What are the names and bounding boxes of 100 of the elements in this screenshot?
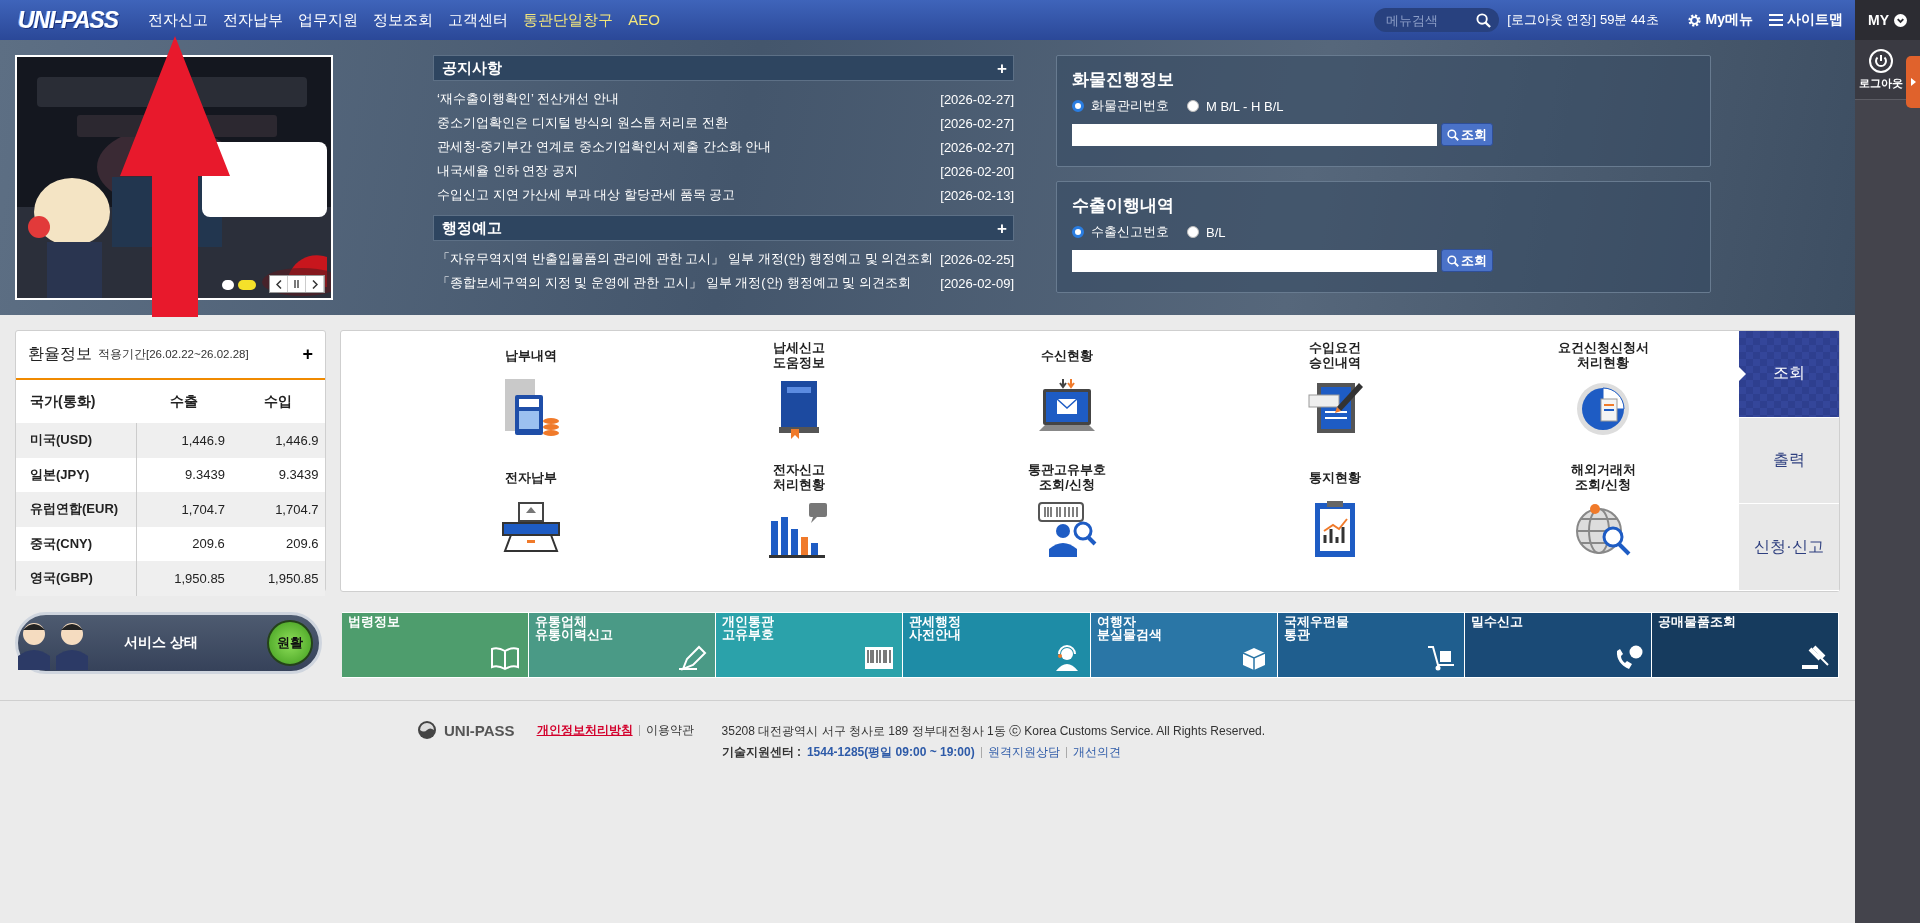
nav-menu-item[interactable]: 고객센터 xyxy=(448,10,509,30)
table-cell: 1,704.7 xyxy=(136,492,231,527)
sitemap-button[interactable]: 사이트맵 xyxy=(1769,11,1843,29)
service-shortcut[interactable]: 요건신청신청서 처리현황 xyxy=(1469,339,1737,461)
more-button[interactable]: + xyxy=(997,59,1007,77)
search-icon xyxy=(1476,13,1492,28)
notice-link[interactable]: 「자유무역지역 반출입물품의 관리에 관한 고시」 일부 개정(안) 행정예고 및 의견조회 xyxy=(433,250,934,268)
table-cell: 1,704.7 xyxy=(230,492,325,527)
nav-menu-item[interactable]: 정보조회 xyxy=(373,10,434,30)
radio-option[interactable]: M B/L - H B/L xyxy=(1187,97,1284,115)
radio-option[interactable]: 수출신고번호 xyxy=(1072,223,1169,241)
table-cell: 1,446.9 xyxy=(136,423,231,458)
table-cell: 미국(USD) xyxy=(16,423,137,458)
search-icon xyxy=(1447,128,1459,141)
gavel-icon xyxy=(1800,645,1830,671)
notice-link[interactable]: 수입신고 지연 가산세 부과 대상 할당관세 품목 공고 xyxy=(433,186,736,204)
nav-menu-item[interactable]: 업무지원 xyxy=(298,10,359,30)
quick-link-tile[interactable]: 국제우편물 통관 xyxy=(1277,612,1465,678)
notice-date: [2026-02-20] xyxy=(940,163,1014,179)
column-header: 수입 xyxy=(230,380,325,423)
chevron-right-icon xyxy=(311,279,318,289)
lookup-input-field[interactable] xyxy=(1072,249,1437,272)
notice-link[interactable]: 관세청-중기부간 연계로 중소기업확인서 제출 간소화 안내 xyxy=(433,138,772,156)
footer-link[interactable]: 개인정보처리방침 xyxy=(536,721,633,739)
table-cell: 9.3439 xyxy=(230,457,325,492)
notice-link[interactable]: 「종합보세구역의 지정 및 운영에 관한 고시」 일부 개정(안) 행정예고 및 의견조회 xyxy=(433,274,911,292)
radio-button[interactable] xyxy=(1187,100,1199,112)
pause-icon xyxy=(294,280,299,288)
table-cell: 영국(GBP) xyxy=(16,561,137,596)
more-button[interactable]: + xyxy=(997,219,1007,237)
search-icon xyxy=(1447,254,1459,267)
notice-date: [2026-02-27] xyxy=(940,139,1014,155)
quick-link-tile[interactable]: 여행자 분실물검색 xyxy=(1090,612,1278,678)
service-shortcut[interactable]: 납세신고 도움정보 xyxy=(665,339,933,461)
radio-button[interactable] xyxy=(1072,226,1084,238)
my-button[interactable]: MY xyxy=(1855,0,1920,40)
side-tab[interactable]: 신청·신고 xyxy=(1739,504,1839,591)
more-button[interactable]: + xyxy=(302,344,313,365)
session-timer: 59분 44초 xyxy=(1600,11,1659,29)
notice-date: [2026-02-27] xyxy=(940,91,1014,107)
quick-link-tile[interactable]: 관세행정 사전안내 xyxy=(903,612,1091,678)
column-header: 국가(통화) xyxy=(16,380,137,423)
lookup-button[interactable]: 조회 xyxy=(1441,249,1493,272)
nav-menu-item[interactable]: 전자신고 xyxy=(148,10,209,30)
table-cell: 1,950.85 xyxy=(136,561,231,596)
hand-truck-icon xyxy=(1425,645,1456,671)
side-tab[interactable]: 조회 xyxy=(1739,331,1839,418)
side-tab[interactable]: 출력 xyxy=(1739,417,1839,505)
power-icon xyxy=(1868,48,1893,73)
gear-icon xyxy=(1686,12,1702,28)
open-book-icon xyxy=(490,645,521,671)
nav-menu-item[interactable]: 전자납부 xyxy=(223,10,284,30)
notice-date: [2026-02-13] xyxy=(940,187,1014,203)
logout-extend-link[interactable]: [로그아웃 연장] xyxy=(1507,11,1596,29)
my-menu-button[interactable]: My메뉴 xyxy=(1686,11,1753,29)
radio-button[interactable] xyxy=(1187,226,1199,238)
chevron-down-icon xyxy=(1894,13,1907,27)
notice-link[interactable]: 중소기업확인은 디지털 방식의 원스톱 처리로 전환 xyxy=(433,114,729,132)
support-phone: 1544-1285(평일 09:00 ~ 19:00) xyxy=(806,744,975,761)
radio-option[interactable]: B/L xyxy=(1187,223,1226,241)
service-shortcut[interactable]: 전자납부 xyxy=(397,461,665,583)
service-shortcut[interactable]: 전자신고 처리현황 xyxy=(665,461,933,583)
column-header: 수출 xyxy=(136,380,231,423)
barcode-icon xyxy=(864,645,895,671)
table-cell: 유럽연합(EUR) xyxy=(16,492,137,527)
notice-date: [2026-02-27] xyxy=(940,115,1014,131)
notice-link[interactable]: 내국세율 인하 연장 공지 xyxy=(433,162,578,180)
table-cell: 1,950.85 xyxy=(230,561,325,596)
service-shortcut[interactable]: 수입요건 승인내역 xyxy=(1201,339,1469,461)
lookup-button[interactable]: 조회 xyxy=(1441,123,1493,146)
notice-link[interactable]: ‘재수출이행확인’ 전산개선 안내 xyxy=(433,90,619,108)
service-shortcut[interactable]: 통관고유부호 조회/신청 xyxy=(933,461,1201,583)
panel-title: 화물진행정보 xyxy=(1072,69,1175,91)
nav-menu-item[interactable]: AEO xyxy=(628,10,660,30)
panel-title: 수출이행내역 xyxy=(1072,195,1175,217)
table-cell: 209.6 xyxy=(230,526,325,561)
lookup-input-field[interactable] xyxy=(1072,123,1437,146)
notice-date: [2026-02-25] xyxy=(940,251,1014,267)
logo[interactable]: UNI-PASS xyxy=(18,6,119,34)
footer-link[interactable]: 이용약관 xyxy=(645,721,694,739)
table-cell: 1,446.9 xyxy=(230,423,325,458)
status-indicator: 원활 xyxy=(267,620,313,666)
nav-menu-item[interactable]: 통관단일창구 xyxy=(523,10,614,30)
quick-link-tile[interactable]: 공매물품조회 xyxy=(1651,612,1839,678)
address-text: 35208 대전광역시 서구 청사로 189 정부대전청사 1동 ⓒ Korea Customs Service. All Rights Reserved. xyxy=(721,723,1266,740)
radio-button[interactable] xyxy=(1072,100,1084,112)
radio-option[interactable]: 화물관리번호 xyxy=(1072,97,1169,115)
support-label: 기술지원센터 : xyxy=(721,744,801,761)
quick-link-tile[interactable]: 밀수신고 xyxy=(1464,612,1652,678)
menu-search-field[interactable]: 메뉴검색 xyxy=(1374,8,1500,32)
drawer-handle[interactable] xyxy=(1906,56,1920,108)
pen-icon xyxy=(677,645,708,671)
brand-name: UNI-PASS xyxy=(444,721,515,739)
service-shortcut[interactable]: 통지현황 xyxy=(1201,461,1469,583)
footer-link[interactable]: 개선의견 xyxy=(1072,744,1121,761)
service-shortcut[interactable]: 해외거래처 조회/신청 xyxy=(1469,461,1737,583)
service-shortcut[interactable]: 수신현황 xyxy=(933,339,1201,461)
footer-link[interactable]: 원격지원상담 xyxy=(987,744,1060,761)
panel-title: 환율정보 xyxy=(28,344,92,364)
service-shortcut[interactable]: 납부내역 xyxy=(397,339,665,461)
